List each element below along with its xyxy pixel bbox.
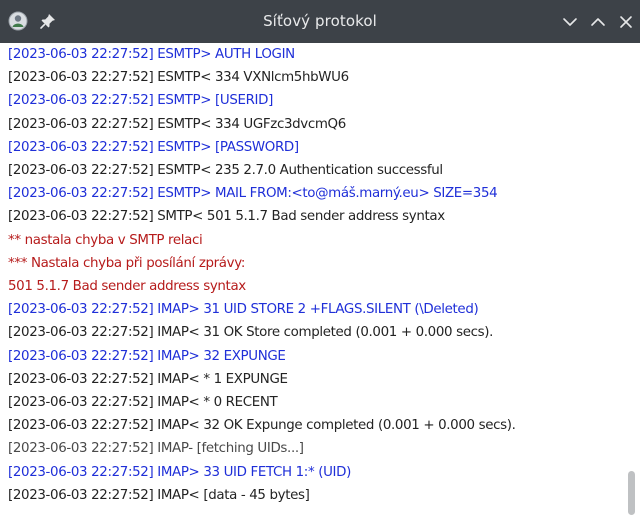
log-line: [2023-06-03 22:27:52] IMAP< [data - 45 b… [8,487,310,503]
chevron-up-icon[interactable] [588,12,608,32]
log-text-area[interactable]: [2023-06-03 22:27:52] ESMTP> AUTH LOGIN … [0,43,624,530]
log-line: [2023-06-03 22:27:52] IMAP- [fetching UI… [8,441,304,457]
close-icon[interactable] [616,12,636,32]
log-line: [2023-06-03 22:27:52] ESMTP< 334 VXNlcm5… [8,70,349,86]
vertical-scrollbar[interactable] [624,43,640,530]
log-line: [2023-06-03 22:27:52] IMAP< 31 OK Store … [8,325,494,341]
log-line: [2023-06-03 22:27:52] ESMTP> [PASSWORD] [8,139,299,155]
log-line: [2023-06-03 22:27:52] IMAP> 31 UID STORE… [8,302,479,318]
title-bar[interactable]: Síťový protokol [0,0,640,43]
log-line: [2023-06-03 22:27:52] IMAP< * 0 RECENT [8,395,278,410]
scrollbar-thumb[interactable] [628,471,635,515]
log-line: [2023-06-03 22:27:52] ESMTP< 334 UGFzc3d… [8,116,346,132]
chevron-down-icon[interactable] [560,12,580,32]
log-line: [2023-06-03 22:27:52] IMAP< 32 OK Expung… [8,418,516,434]
log-line: [2023-06-03 22:27:52] ESMTP> AUTH LOGIN [8,47,295,62]
log-line: [2023-06-03 22:27:52] ESMTP< 235 2.7.0 A… [8,163,443,178]
network-log-window: Síťový protokol [2023-06-03 22:27:52] ES… [0,0,640,530]
log-line: [2023-06-03 22:27:52] ESMTP> [USERID] [8,93,273,109]
log-line: [2023-06-03 22:27:52] SMTP< 501 5.1.7 Ba… [8,209,445,225]
log-line: [2023-06-03 22:27:52] IMAP> 33 UID FETCH… [8,464,351,480]
log-line: *** Nastala chyba při posílání zprávy: [8,255,246,271]
log-line: [2023-06-03 22:27:52] IMAP> 32 EXPUNGE [8,348,286,364]
log-line: [2023-06-03 22:27:52] ESMTP> MAIL FROM:<… [8,186,498,202]
log-line: [2023-06-03 22:27:52] IMAP< * 1 EXPUNGE [8,371,288,387]
log-line: 501 5.1.7 Bad sender address syntax [8,279,246,294]
log-line: ** nastala chyba v SMTP relaci [8,232,203,248]
window-title: Síťový protokol [263,12,377,30]
